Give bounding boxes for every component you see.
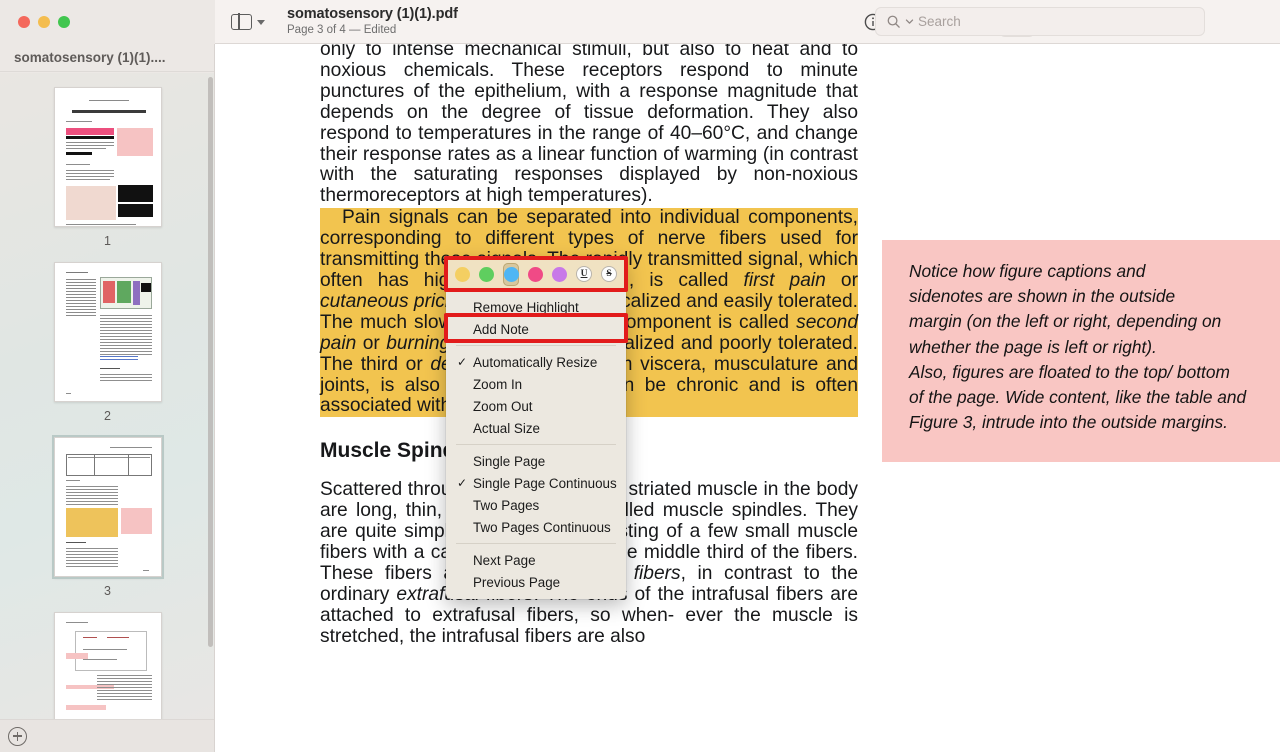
menu-item-next-page[interactable]: Next Page — [446, 549, 626, 571]
menu-separator — [456, 543, 616, 544]
menu-item-label: Remove Highlight — [473, 299, 579, 315]
menu-item-single-page-continuous[interactable]: ✓ Single Page Continuous — [446, 472, 626, 494]
sidebar-scrollbar[interactable] — [208, 77, 213, 647]
menu-item-label: Two Pages Continuous — [473, 519, 611, 535]
thumbnail-page-2[interactable] — [53, 262, 162, 402]
pdf-page: only to intense mechanical stimuli, but … — [215, 44, 1280, 752]
list-item[interactable]: 3 — [0, 423, 214, 598]
sidebar-toggle-button[interactable] — [227, 11, 269, 33]
sidenote-line-5: Also, figures are floated to the top/ bo… — [909, 361, 1230, 382]
menu-item-actual-size[interactable]: Actual Size — [446, 417, 626, 439]
thumbnail-number: 1 — [104, 234, 111, 248]
thumbnail-list[interactable]: 1 2 3 — [0, 73, 214, 752]
strikethrough-style-icon: S — [601, 266, 618, 282]
menu-item-two-pages[interactable]: Two Pages — [446, 494, 626, 516]
thumbnail-number: 2 — [104, 409, 111, 423]
sidenote-line-2: sidenotes are shown in the outside — [909, 286, 1176, 307]
menu-item-single-page[interactable]: Single Page — [446, 450, 626, 472]
sidenote-line-1: Notice how figure captions and — [909, 261, 1146, 281]
swatch-underline[interactable]: U — [576, 263, 593, 286]
page-status: Page 3 of 4 — Edited — [287, 24, 397, 37]
search-icon — [887, 15, 900, 28]
highlight-green-icon — [479, 266, 495, 282]
highlight-pink-icon — [527, 266, 543, 282]
menu-separator — [456, 345, 616, 346]
document-view[interactable]: only to intense mechanical stimuli, but … — [215, 44, 1280, 752]
menu-item-two-pages-continuous[interactable]: Two Pages Continuous — [446, 516, 626, 538]
menu-item-label: Zoom Out — [473, 398, 533, 414]
menu-item-label: Automatically Resize — [473, 354, 598, 370]
highlight-blue-icon — [503, 266, 519, 282]
pdf-reader-window: somatosensory (1)(1).pdf Page 3 of 4 — E… — [0, 0, 1280, 752]
menu-item-previous-page[interactable]: Previous Page — [446, 571, 626, 593]
sidebar-footer — [0, 719, 214, 752]
sidenote-line-3: margin (on the left or right, depending … — [909, 311, 1222, 332]
sidenote-line-6: of the page. Wide content, like the tabl… — [909, 387, 1247, 408]
search-field[interactable]: Search — [875, 6, 1205, 36]
menu-separator — [456, 444, 616, 445]
highlight-purple-icon — [551, 266, 567, 282]
toolbar: somatosensory (1)(1).pdf Page 3 of 4 — E… — [215, 0, 1280, 44]
menu-item-zoom-out[interactable]: Zoom Out — [446, 395, 626, 417]
thumbnail-page-1[interactable] — [53, 87, 162, 227]
sidenote-line-7: Figure 3, intrude into the outside margi… — [909, 412, 1228, 433]
menu-item-add-note[interactable]: Add Note — [446, 318, 626, 340]
underline-style-icon: U — [576, 266, 593, 282]
swatch-highlight-purple[interactable] — [551, 263, 567, 286]
thumbnail-sidebar: somatosensory (1)(1).... 1 2 3 — [0, 44, 215, 752]
highlight-context-menu[interactable]: U S Remove Highlight Add Note ✓ Automati… — [446, 258, 626, 599]
menu-item-label: Previous Page — [473, 574, 561, 590]
menu-item-label: Add Note — [473, 321, 529, 337]
menu-item-label: Single Page Continuous — [473, 475, 617, 491]
list-item[interactable]: 1 — [0, 73, 214, 248]
page-title: somatosensory (1)(1).pdf — [287, 5, 458, 22]
chevron-down-icon — [905, 18, 914, 24]
swatch-strikethrough[interactable]: S — [601, 263, 618, 286]
search-placeholder: Search — [918, 13, 961, 29]
swatch-highlight-pink[interactable] — [527, 263, 543, 286]
minimize-button[interactable] — [38, 15, 50, 28]
checkmark-icon: ✓ — [457, 355, 468, 369]
thumbnail-page-3[interactable] — [53, 437, 162, 577]
highlight-yellow-icon — [455, 266, 471, 282]
menu-item-label: Single Page — [473, 453, 546, 469]
menu-item-label: Actual Size — [473, 420, 540, 436]
document-title-block: somatosensory (1)(1).pdf Page 3 of 4 — E… — [287, 6, 458, 38]
menu-item-automatically-resize[interactable]: ✓ Automatically Resize — [446, 351, 626, 373]
list-item[interactable]: 2 — [0, 248, 214, 423]
checkmark-icon: ✓ — [457, 476, 468, 490]
sidebar-header: somatosensory (1)(1).... — [0, 44, 214, 72]
traffic-lights — [18, 15, 70, 28]
menu-item-zoom-in[interactable]: Zoom In — [446, 373, 626, 395]
chevron-down-icon — [257, 20, 265, 25]
thumbnail-number: 3 — [104, 584, 111, 598]
sidebar-icon — [231, 12, 252, 31]
sidenote-box: Notice how figure captions and sidenotes… — [882, 240, 1280, 462]
highlight-color-swatches[interactable]: U S — [446, 258, 626, 290]
toolbar-buttons: Search — [855, 0, 1205, 44]
menu-item-label: Zoom In — [473, 376, 523, 392]
zoom-button[interactable] — [58, 15, 70, 28]
plus-circle-icon[interactable] — [8, 726, 27, 746]
close-button[interactable] — [18, 15, 30, 28]
sidenote-line-4: whether the page is left or right). — [909, 336, 1157, 357]
menu-item-label: Next Page — [473, 552, 536, 568]
title-bar: somatosensory (1)(1).pdf Page 3 of 4 — E… — [0, 0, 1280, 44]
paragraph-1: only to intense mechanical stimuli, but … — [320, 44, 858, 207]
window-controls-area — [0, 0, 215, 44]
menu-item-remove-highlight[interactable]: Remove Highlight — [446, 296, 626, 318]
menu-item-label: Two Pages — [473, 497, 540, 513]
swatch-highlight-green[interactable] — [479, 263, 495, 286]
swatch-highlight-yellow[interactable] — [455, 263, 471, 286]
swatch-highlight-blue[interactable] — [503, 262, 519, 286]
